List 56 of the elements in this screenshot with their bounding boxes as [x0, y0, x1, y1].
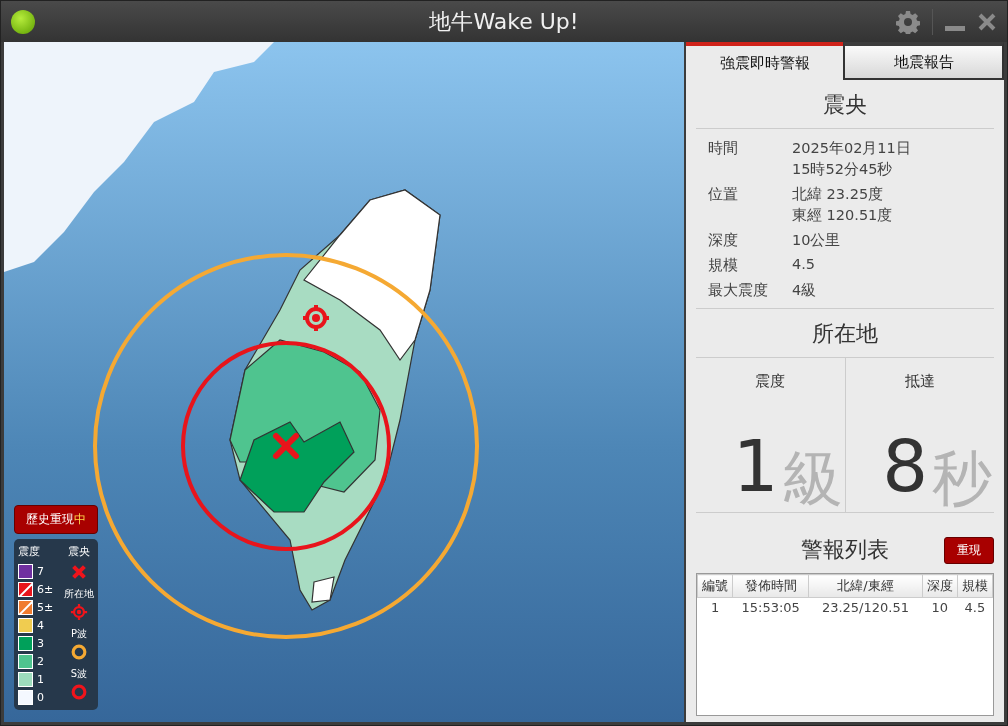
section-title: 震央	[696, 80, 994, 129]
legend-heading: 震央	[68, 544, 90, 559]
legend-label: P波	[71, 627, 87, 641]
p-wave-ring-icon	[70, 643, 88, 661]
field-value: 15時52分45秒	[792, 160, 894, 179]
location-target-icon	[301, 303, 331, 333]
column-header[interactable]: 規模	[957, 574, 993, 598]
field-label: 規模	[708, 256, 739, 275]
intensity-label: 3	[37, 637, 44, 650]
epicenter-cross-icon	[70, 563, 88, 581]
field-label: 最大震度	[708, 281, 769, 300]
intensity-label: 0	[37, 691, 44, 704]
intensity-label: 7	[37, 565, 44, 578]
field-value: 北緯 23.25度	[792, 185, 885, 204]
close-icon[interactable]	[977, 11, 997, 32]
field-value: 東經 120.51度	[792, 206, 894, 225]
table-cell: 23.25/120.51	[808, 597, 923, 617]
replay-button[interactable]: 重現	[944, 537, 994, 564]
settings-icon[interactable]	[896, 9, 920, 34]
field-label: 時間	[708, 139, 739, 158]
intensity-label: 6±	[37, 583, 54, 596]
status-light-icon	[11, 9, 35, 34]
field-value: 10公里	[792, 231, 842, 250]
tab[interactable]: 強震即時警報	[686, 42, 843, 80]
intensity-label: 5±	[37, 601, 54, 614]
epicenter-cross-icon	[273, 433, 299, 459]
s-wave-ring-icon	[70, 683, 88, 701]
legend-label: S波	[70, 667, 88, 681]
legend-label: 所在地	[64, 587, 94, 601]
table-cell: 4.5	[957, 597, 993, 617]
intensity-label: 2	[37, 655, 44, 668]
reading-value: 8	[882, 430, 928, 502]
column-header[interactable]: 編號	[697, 574, 733, 598]
column-header[interactable]: 深度	[922, 574, 958, 598]
field-value: 4.5	[792, 256, 817, 272]
cell-label: 抵達	[904, 372, 935, 391]
legend-heading: 震度	[18, 544, 41, 559]
section-title: 警報列表	[801, 536, 889, 564]
intensity-label: 4	[37, 619, 44, 632]
section-title: 所在地	[696, 309, 994, 358]
table-cell: 15:53:05	[732, 597, 809, 617]
field-value: 4級	[792, 281, 818, 300]
field-value: 2025年02月11日	[792, 139, 912, 158]
column-header[interactable]: 發佈時間	[732, 574, 809, 598]
field-label: 位置	[708, 185, 739, 204]
window-title: 地牛Wake Up!	[429, 7, 579, 36]
table-cell: 1	[697, 597, 733, 617]
field-label: 深度	[708, 231, 739, 250]
history-replay-badge: 歷史重現中	[14, 505, 98, 534]
reading-value: 1	[732, 430, 779, 502]
intensity-label: 1	[37, 673, 44, 686]
cell-label: 震度	[755, 372, 786, 391]
column-header[interactable]: 北緯/東經	[808, 574, 923, 598]
tab[interactable]: 地震報告	[843, 42, 1004, 80]
location-target-icon	[70, 603, 88, 621]
table-cell: 10	[922, 597, 958, 617]
